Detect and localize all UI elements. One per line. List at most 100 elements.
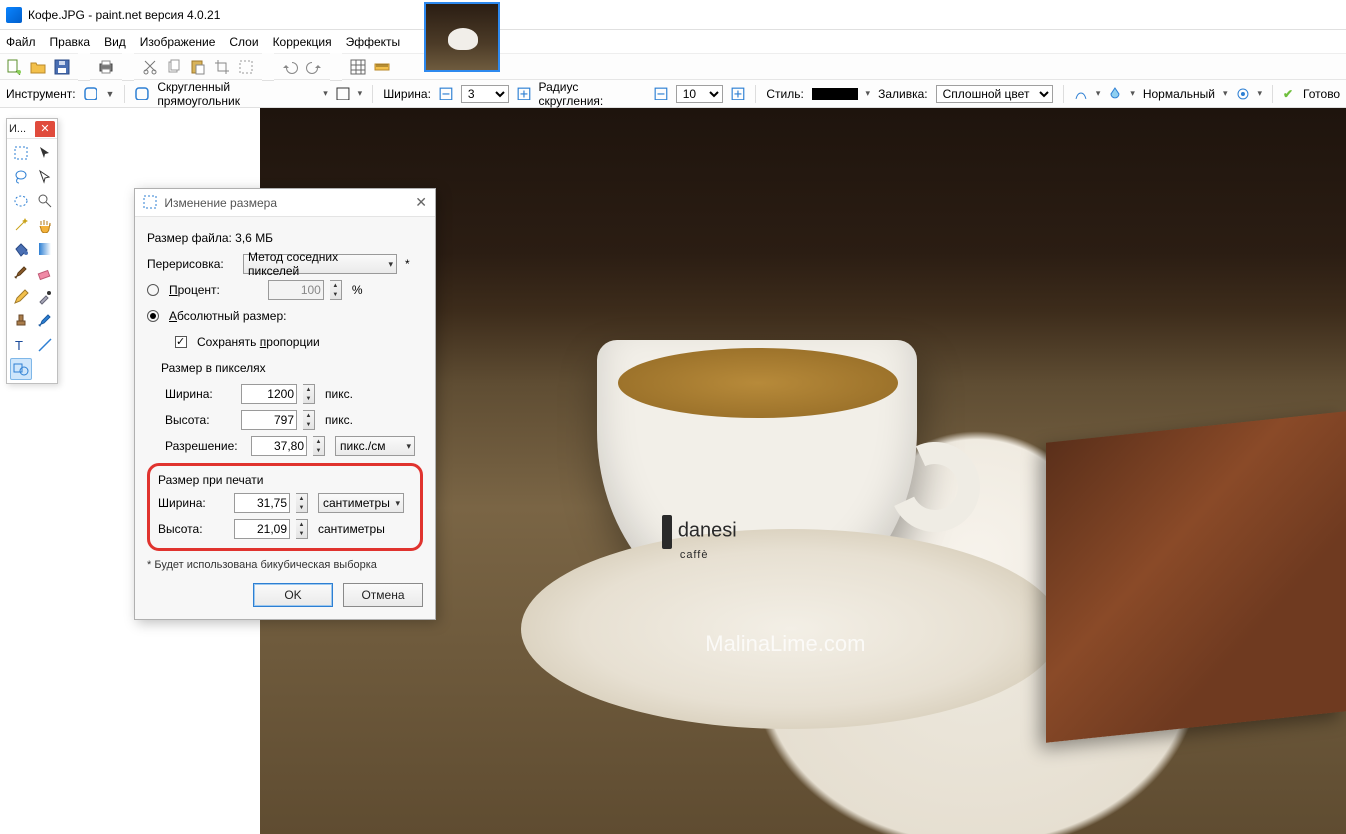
- resample-combo[interactable]: Метод соседних пикселей: [243, 254, 397, 274]
- style-swatch[interactable]: [812, 88, 858, 100]
- menu-view[interactable]: Вид: [104, 35, 126, 49]
- shape-outline-icon[interactable]: [135, 87, 149, 101]
- px-width-spin[interactable]: ▲▼: [303, 384, 315, 404]
- menu-image[interactable]: Изображение: [140, 35, 216, 49]
- save-icon[interactable]: [54, 59, 70, 75]
- width-label: Ширина:: [383, 87, 431, 101]
- redo-icon[interactable]: [306, 59, 322, 75]
- commit-check-icon[interactable]: ✔: [1283, 87, 1293, 101]
- crop-icon[interactable]: [214, 59, 230, 75]
- px-width-label: Ширина:: [165, 387, 235, 401]
- dropdown-caret-icon[interactable]: ▾: [323, 88, 328, 99]
- zoom-tool-icon[interactable]: [34, 190, 56, 212]
- print-height-input[interactable]: [234, 519, 290, 539]
- dropdown-caret-icon[interactable]: ▾: [1257, 88, 1262, 99]
- shape-name[interactable]: Скругленный прямоугольник: [157, 80, 315, 108]
- cut-icon[interactable]: [142, 59, 158, 75]
- percent-label[interactable]: Процент:: [169, 283, 220, 297]
- resolution-input[interactable]: [251, 436, 307, 456]
- percent-radio[interactable]: [147, 284, 159, 296]
- print-height-spin[interactable]: ▲▼: [296, 519, 308, 539]
- move-tool-icon[interactable]: [34, 166, 56, 188]
- cancel-button[interactable]: Отмена: [343, 583, 423, 607]
- close-icon[interactable]: ✕: [35, 121, 55, 137]
- separator: [755, 85, 756, 103]
- dialog-title: Изменение размера: [164, 196, 277, 210]
- lasso-tool-icon[interactable]: [10, 166, 32, 188]
- absolute-label[interactable]: Абсолютный размер:: [169, 309, 286, 323]
- picker-tool-icon[interactable]: [34, 286, 56, 308]
- magic-wand-tool-icon[interactable]: [10, 214, 32, 236]
- ok-button[interactable]: OK: [253, 583, 333, 607]
- menubar: Файл Правка Вид Изображение Слои Коррекц…: [0, 30, 1346, 54]
- resolution-spin[interactable]: ▲▼: [313, 436, 325, 456]
- blend-icon[interactable]: [1108, 87, 1122, 101]
- close-icon[interactable]: ✕: [415, 194, 427, 211]
- tools-window[interactable]: И... ✕ T: [6, 118, 58, 384]
- dropdown-caret-icon[interactable]: ▾: [1223, 88, 1228, 99]
- radius-select[interactable]: 10: [676, 85, 724, 103]
- dropdown-caret-icon[interactable]: ▾: [358, 88, 363, 99]
- pan-tool-icon[interactable]: [34, 214, 56, 236]
- new-icon[interactable]: [6, 59, 22, 75]
- dropdown-caret-icon[interactable]: ▾: [866, 88, 871, 99]
- resolution-unit-combo[interactable]: пикс./см: [335, 436, 415, 456]
- text-tool-icon[interactable]: T: [10, 334, 32, 356]
- svg-text:T: T: [15, 338, 23, 353]
- keep-ratio-label[interactable]: Сохранять пропорции: [197, 335, 320, 349]
- menu-adjust[interactable]: Коррекция: [273, 35, 332, 49]
- absolute-radio[interactable]: [147, 310, 159, 322]
- line-tool-icon[interactable]: [34, 334, 56, 356]
- resolution-label: Разрешение:: [165, 439, 245, 453]
- print-width-input[interactable]: [234, 493, 290, 513]
- shape-tool-icon[interactable]: [84, 87, 98, 101]
- ruler-icon[interactable]: [374, 59, 390, 75]
- bucket-tool-icon[interactable]: [10, 238, 32, 260]
- grid-icon[interactable]: [350, 59, 366, 75]
- layers-opt-icon[interactable]: [1236, 87, 1250, 101]
- window-title: Кофе.JPG - paint.net версия 4.0.21: [28, 8, 220, 22]
- move-sel-tool-icon[interactable]: [34, 142, 56, 164]
- px-height-input[interactable]: [241, 410, 297, 430]
- copy-icon[interactable]: [166, 59, 182, 75]
- shape-mode-icon[interactable]: [336, 87, 350, 101]
- gradient-tool-icon[interactable]: [34, 238, 56, 260]
- antialias-icon[interactable]: [1074, 87, 1088, 101]
- rect-select-tool-icon[interactable]: [10, 142, 32, 164]
- menu-file[interactable]: Файл: [6, 35, 36, 49]
- document-thumbnail[interactable]: [424, 2, 500, 72]
- minus-icon[interactable]: [654, 87, 668, 101]
- paste-icon[interactable]: [190, 59, 206, 75]
- blend-mode[interactable]: Нормальный: [1143, 87, 1215, 101]
- recolor-tool-icon[interactable]: [34, 310, 56, 332]
- undo-icon[interactable]: [282, 59, 298, 75]
- print-width-unit-combo[interactable]: сантиметры: [318, 493, 404, 513]
- dialog-titlebar[interactable]: Изменение размера ✕: [135, 189, 435, 217]
- dropdown-caret-icon[interactable]: ▼: [105, 89, 114, 99]
- tools-window-titlebar[interactable]: И... ✕: [7, 119, 57, 139]
- width-select[interactable]: 3: [461, 85, 509, 103]
- menu-edit[interactable]: Правка: [50, 35, 91, 49]
- px-height-spin[interactable]: ▲▼: [303, 410, 315, 430]
- dropdown-caret-icon[interactable]: ▾: [1130, 88, 1135, 99]
- brush-tool-icon[interactable]: [10, 262, 32, 284]
- fill-select[interactable]: Сплошной цвет: [936, 85, 1053, 103]
- plus-icon[interactable]: [731, 87, 745, 101]
- menu-layers[interactable]: Слои: [229, 35, 258, 49]
- px-width-input[interactable]: [241, 384, 297, 404]
- ready-label[interactable]: Готово: [1303, 87, 1340, 101]
- print-width-spin[interactable]: ▲▼: [296, 493, 308, 513]
- keep-ratio-check[interactable]: [175, 336, 187, 348]
- plus-icon[interactable]: [517, 87, 531, 101]
- ellipse-select-tool-icon[interactable]: [10, 190, 32, 212]
- minus-icon[interactable]: [439, 87, 453, 101]
- open-icon[interactable]: [30, 59, 46, 75]
- print-icon[interactable]: [98, 59, 114, 75]
- pencil-tool-icon[interactable]: [10, 286, 32, 308]
- menu-effects[interactable]: Эффекты: [346, 35, 401, 49]
- clone-tool-icon[interactable]: [10, 310, 32, 332]
- dropdown-caret-icon[interactable]: ▾: [1096, 88, 1101, 99]
- deselect-icon[interactable]: [238, 59, 254, 75]
- shapes-tool-icon[interactable]: [10, 358, 32, 380]
- eraser-tool-icon[interactable]: [34, 262, 56, 284]
